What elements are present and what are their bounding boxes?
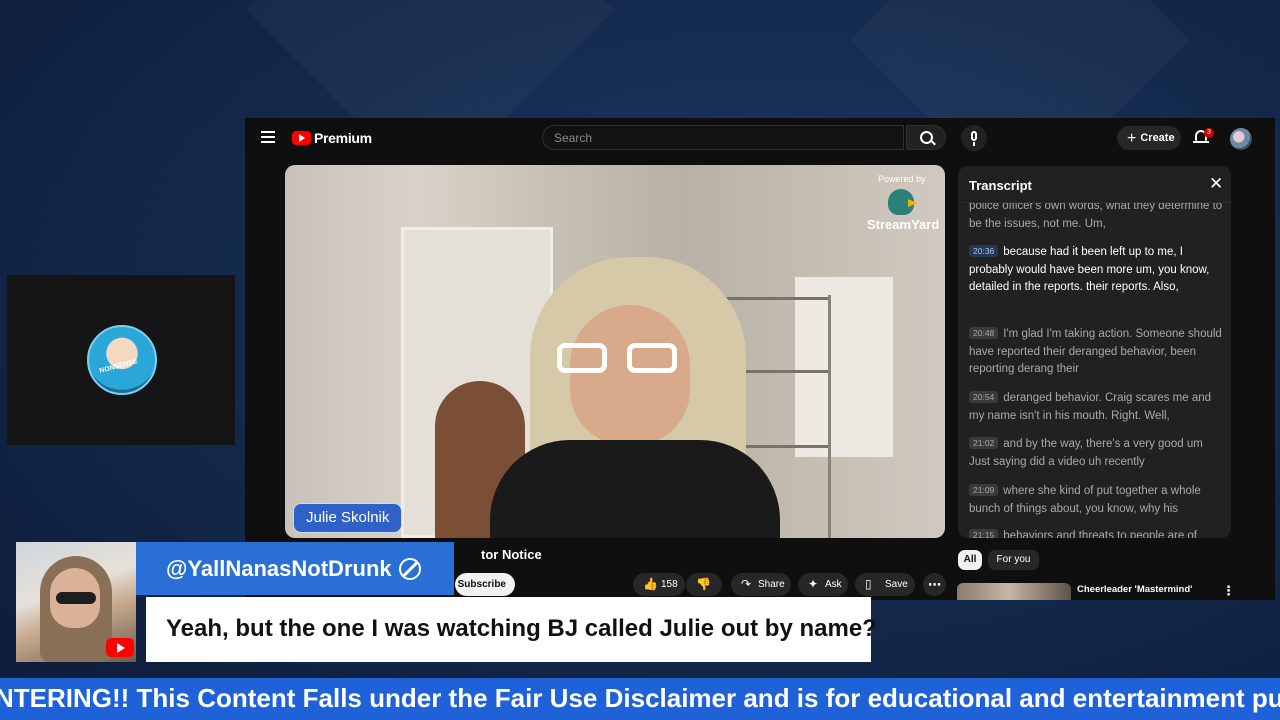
search-input[interactable]: Search [542, 125, 904, 150]
transcript-title: Transcript [969, 178, 1032, 193]
timestamp-badge: 20:36 [969, 245, 999, 257]
profile-avatar[interactable] [1230, 128, 1252, 150]
transcript-segment[interactable]: 20:36 because had it been left up to me, … [969, 244, 1224, 297]
create-label: Create [1140, 132, 1175, 144]
more-vert-icon[interactable]: ⋮ [1222, 583, 1235, 599]
speaker-name-tag: Julie Skolnik [293, 503, 403, 533]
video-person-glasses [557, 343, 607, 373]
transcript-segment[interactable]: 20:54 deranged behavior. Craig scares me … [969, 390, 1224, 425]
sunglasses [56, 592, 96, 604]
video-person-face [570, 305, 690, 445]
close-icon[interactable]: ✕ [1209, 174, 1223, 194]
save-button[interactable]: ▯ Save [855, 573, 915, 596]
chip-for-you[interactable]: For you [988, 550, 1039, 570]
thumbs-up-icon: 👍 [643, 577, 658, 591]
ticker-text: NTERING!! This Content Falls under the F… [0, 683, 1280, 713]
microphone-icon [971, 131, 977, 141]
powered-by-label: Powered by [878, 174, 926, 184]
streamyard-logo-icon [888, 189, 917, 215]
share-button[interactable]: ↷ Share [731, 573, 791, 596]
chip-all[interactable]: All [958, 550, 982, 570]
timestamp-badge: 21:02 [969, 437, 999, 449]
share-icon: ↷ [741, 577, 752, 591]
transcript-segment[interactable]: 20:48 I'm glad I'm taking action. Someone… [969, 326, 1224, 379]
subscribe-button[interactable]: Subscribe [455, 573, 515, 596]
transcript-segment[interactable]: 21:09 where she kind of put together a wh… [969, 483, 1224, 518]
timestamp-badge: 21:09 [969, 484, 999, 496]
transcript-header: Transcript ✕ [958, 166, 1231, 203]
channel-logo-text: NONSENSE [98, 358, 139, 375]
voice-search-button[interactable] [961, 125, 987, 151]
thumbs-down-icon: 👎 [696, 577, 711, 591]
timestamp-badge: 21:15 [969, 529, 999, 538]
youtube-topbar: Premium Search + Create 3 [245, 118, 1275, 160]
video-person-glasses [627, 343, 677, 373]
transcript-panel: Transcript ✕ police officer's own words,… [958, 166, 1231, 538]
more-actions-button[interactable]: ⋯ [923, 573, 946, 596]
streamyard-label: StreamYard [867, 217, 940, 232]
timestamp-badge: 20:54 [969, 391, 999, 403]
search-button[interactable] [906, 125, 946, 150]
save-label: Save [885, 579, 908, 590]
ask-button[interactable]: ✦ Ask [798, 573, 848, 596]
like-button[interactable]: 👍 158 [633, 573, 685, 596]
like-count: 158 [661, 579, 678, 590]
youtube-logo-icon[interactable] [292, 131, 311, 145]
menu-icon[interactable] [261, 131, 275, 143]
video-person-body [490, 440, 780, 538]
timestamp-badge: 20:48 [969, 327, 999, 339]
bookmark-icon: ▯ [865, 577, 872, 591]
blocked-icon [399, 558, 421, 580]
transcript-segment[interactable]: police officer's own words, what they de… [969, 198, 1224, 233]
youtube-brand[interactable]: Premium [314, 130, 372, 146]
plus-icon: + [1127, 130, 1137, 147]
youtube-badge-icon [106, 638, 134, 657]
recommended-title[interactable]: Cheerleader 'Mastermind' [1077, 584, 1192, 595]
sparkle-icon: ✦ [808, 577, 819, 591]
transcript-segment[interactable]: 21:15 behaviors and threats to people are… [969, 528, 1224, 538]
youtube-window: Premium Search + Create 3 Julie Skolnik P… [245, 118, 1275, 600]
news-ticker: NTERING!! This Content Falls under the F… [0, 678, 1280, 720]
notification-badge: 3 [1204, 128, 1214, 138]
share-label: Share [758, 579, 785, 590]
video-title: tor Notice [481, 547, 542, 562]
ask-label: Ask [825, 579, 842, 590]
transcript-segment[interactable]: 21:02 and by the way, there's a very good… [969, 436, 1224, 471]
channel-logo: NONSENSE [87, 325, 157, 395]
recommended-thumbnail[interactable] [957, 583, 1071, 600]
create-button[interactable]: + Create [1117, 126, 1181, 150]
chat-message: Yeah, but the one I was watching BJ call… [166, 615, 877, 642]
video-player[interactable]: Julie Skolnik Powered by StreamYard [285, 165, 945, 538]
dislike-button[interactable]: 👎 [686, 573, 722, 596]
chat-username: @YallNanasNotDrunk [166, 556, 392, 581]
